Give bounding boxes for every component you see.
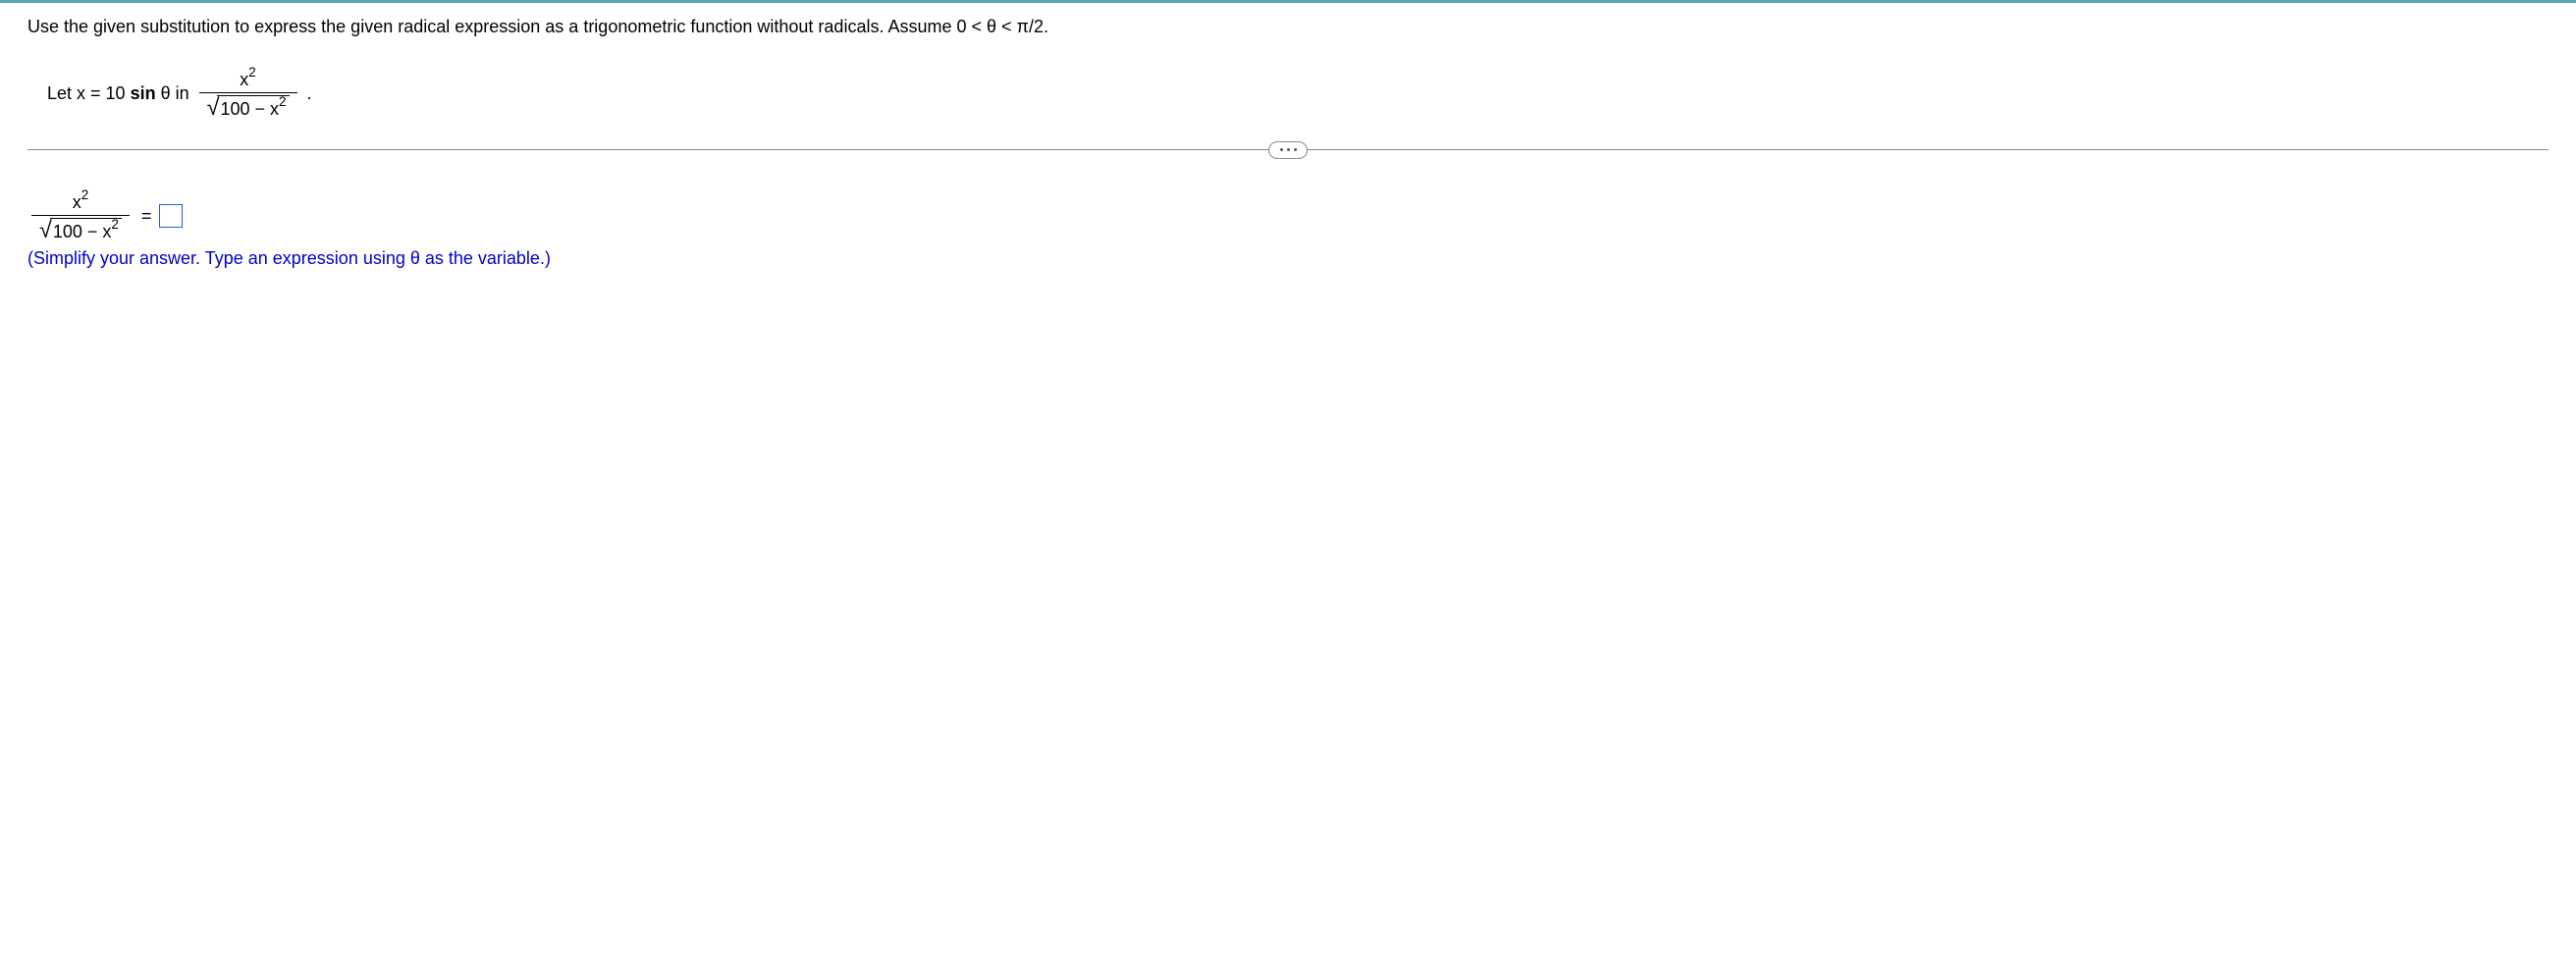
section-divider [27, 149, 2549, 150]
answer-denominator: √ 100 − x2 [31, 215, 130, 242]
dots-icon [1287, 148, 1290, 151]
fraction-numerator: x2 [232, 67, 264, 92]
sqrt-radicand: 100 − x2 [217, 95, 289, 120]
equals-sign: = [141, 206, 152, 227]
period: . [307, 83, 312, 104]
answer-numerator: x2 [65, 189, 97, 215]
instruction-text: Use the given substitution to express th… [27, 17, 2549, 37]
answer-input[interactable] [159, 204, 183, 228]
sqrt-symbol: √ [207, 97, 220, 118]
answer-equation-row: x2 √ 100 − x2 = [27, 189, 2549, 242]
question-content: Use the given substitution to express th… [0, 3, 2576, 283]
dots-icon [1294, 148, 1297, 151]
answer-section: x2 √ 100 − x2 = (Simplify your answer. T… [27, 189, 2549, 269]
answer-sqrt: √ 100 − x2 [39, 218, 122, 242]
sin-bold: sin [131, 83, 156, 103]
problem-prefix: Let x = 10 sin θ in [47, 83, 189, 104]
answer-fraction: x2 √ 100 − x2 [31, 189, 130, 242]
dots-icon [1280, 148, 1283, 151]
problem-statement: Let x = 10 sin θ in x2 √ 100 − x2 . [47, 67, 2549, 120]
fraction-denominator: √ 100 − x2 [199, 92, 297, 120]
answer-radicand: 100 − x2 [50, 218, 122, 242]
expression-fraction: x2 √ 100 − x2 [199, 67, 297, 120]
sqrt-symbol: √ [39, 220, 52, 240]
sqrt-expression: √ 100 − x2 [207, 95, 290, 120]
expand-collapse-button[interactable] [1268, 141, 1308, 159]
answer-hint: (Simplify your answer. Type an expressio… [27, 248, 2549, 269]
